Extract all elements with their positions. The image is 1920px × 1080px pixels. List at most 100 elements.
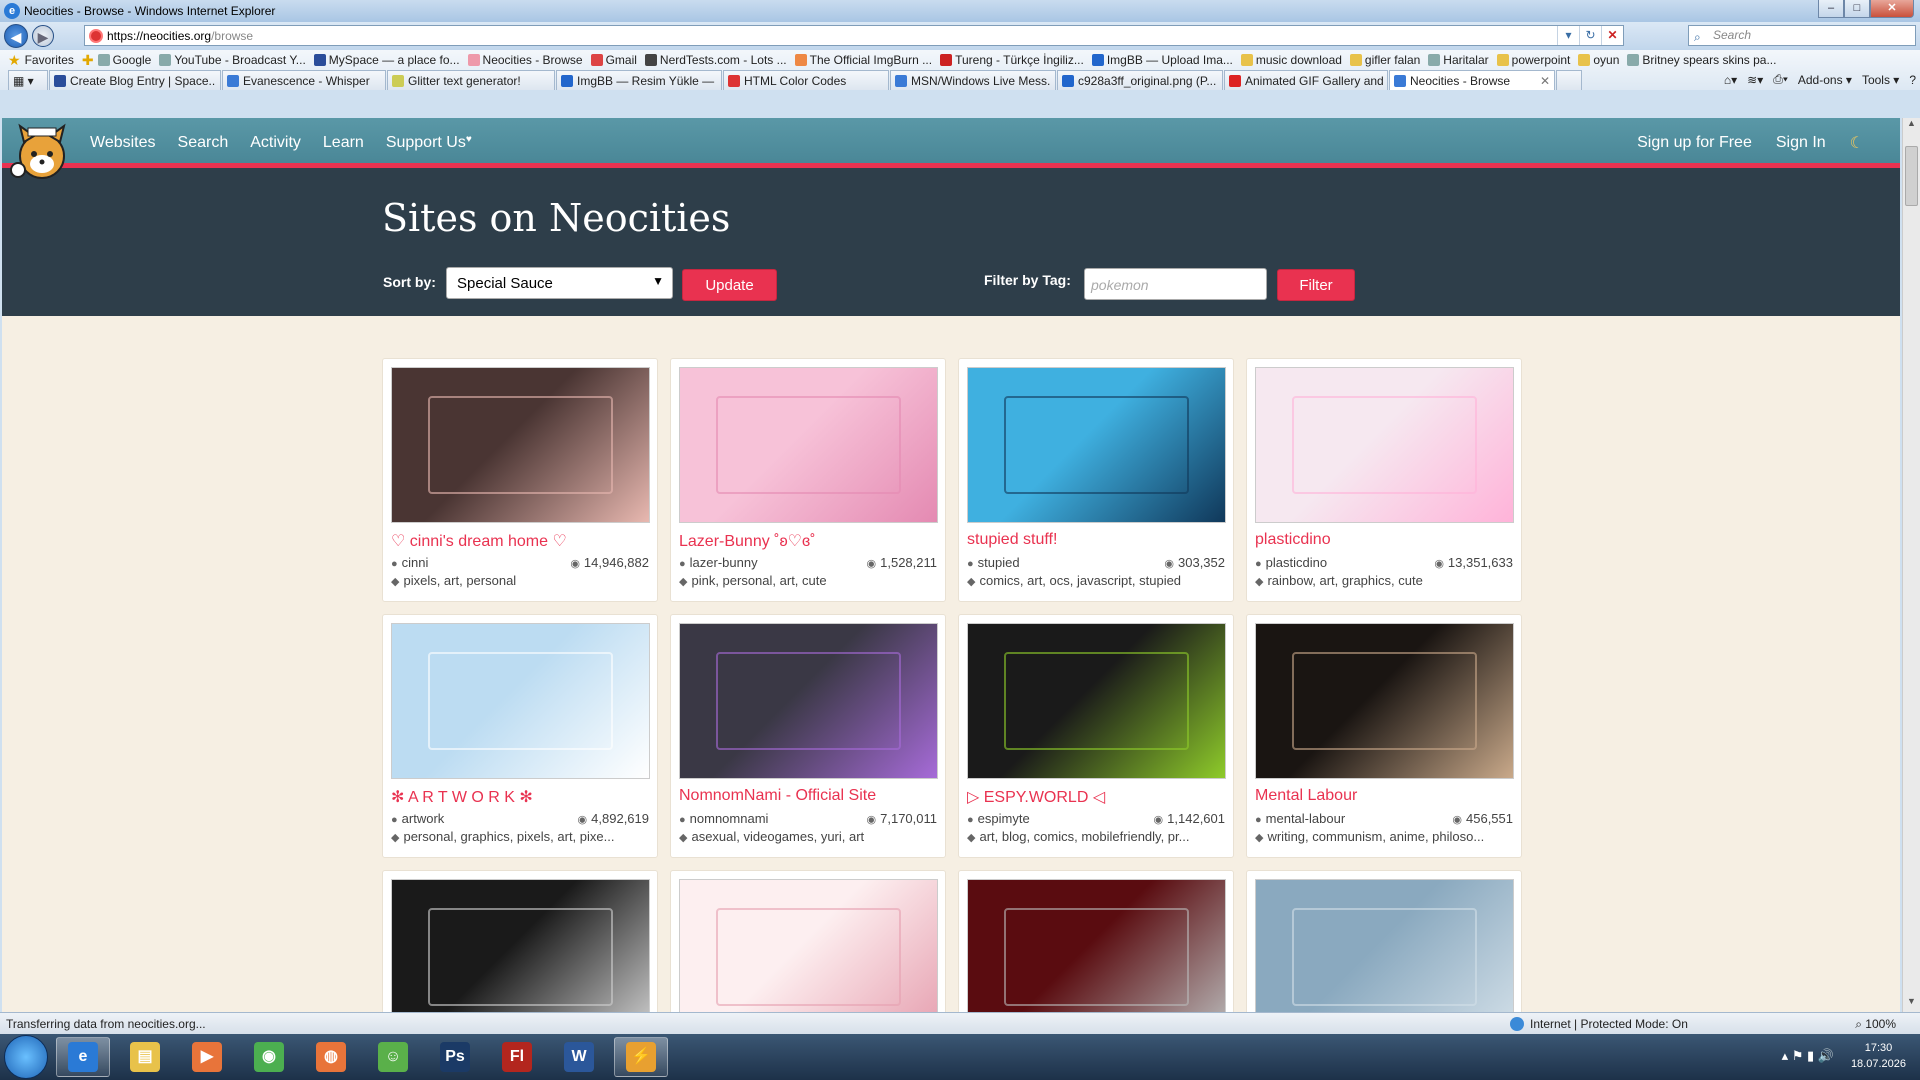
taskbar-media-player-icon[interactable]: ▶: [180, 1037, 234, 1077]
site-card[interactable]: NomnomNami - Official Site ● nomnomnami ◉ 7,…: [670, 614, 946, 858]
new-tab-button[interactable]: [1556, 70, 1582, 90]
site-card[interactable]: [382, 870, 658, 1012]
site-owner[interactable]: ● plasticdino: [1255, 555, 1327, 570]
site-screenshot[interactable]: [391, 367, 650, 523]
scroll-up-icon[interactable]: ▲: [1903, 118, 1920, 134]
scroll-down-icon[interactable]: ▼: [1903, 996, 1920, 1012]
favorites-button[interactable]: Favorites: [25, 53, 74, 67]
site-card[interactable]: ▷ ESPY.WORLD ◁ ● espimyte ◉ 1,142,601 ◆ art, b…: [958, 614, 1234, 858]
browser-tab[interactable]: Animated GIF Gallery and...: [1224, 70, 1388, 90]
filter-button[interactable]: Filter: [1277, 269, 1355, 301]
taskbar-chrome-icon[interactable]: ◉: [242, 1037, 296, 1077]
site-card[interactable]: [958, 870, 1234, 1012]
site-tags[interactable]: ◆ personal, graphics, pixels, art, pixe..…: [391, 829, 653, 844]
site-tags[interactable]: ◆ comics, art, ocs, javascript, stupied: [967, 573, 1229, 588]
zoom-level[interactable]: ⌕ 100%: [1855, 1013, 1896, 1035]
address-dropdown-icon[interactable]: ▾: [1557, 26, 1579, 45]
nav-search[interactable]: Search: [178, 134, 229, 152]
address-bar[interactable]: https://neocities.org/browse ▾ ↻ ✕: [84, 25, 1624, 46]
tag-filter-input[interactable]: pokemon: [1084, 268, 1267, 300]
site-title[interactable]: Lazer-Bunny ˚ʚ♡ɞ˚: [679, 531, 939, 551]
site-owner[interactable]: ● espimyte: [967, 811, 1030, 826]
favorite-link[interactable]: Haritalar: [1428, 53, 1489, 67]
site-screenshot[interactable]: [679, 879, 938, 1012]
taskbar-ie-icon[interactable]: e: [56, 1037, 110, 1077]
taskbar-messenger-icon[interactable]: ☺: [366, 1037, 420, 1077]
favorite-link[interactable]: gifler falan: [1349, 53, 1420, 67]
site-screenshot[interactable]: [967, 879, 1226, 1012]
favorite-link[interactable]: The Official ImgBurn ...: [794, 53, 932, 67]
site-card[interactable]: plasticdino ● plasticdino ◉ 13,351,633 ◆ rainb…: [1246, 358, 1522, 602]
site-screenshot[interactable]: [679, 623, 938, 779]
add-favorite-icon[interactable]: ✚: [82, 52, 94, 69]
favorite-link[interactable]: powerpoint: [1496, 53, 1570, 67]
security-zone[interactable]: Internet | Protected Mode: On: [1510, 1013, 1688, 1035]
site-owner[interactable]: ● mental-labour: [1255, 811, 1345, 826]
feeds-icon[interactable]: ≋▾: [1747, 73, 1763, 87]
neocities-cat-logo-icon[interactable]: [6, 122, 78, 182]
nav-websites[interactable]: Websites: [90, 134, 156, 152]
favorite-link[interactable]: Google: [97, 53, 151, 67]
site-owner[interactable]: ● artwork: [391, 811, 444, 826]
browser-tab[interactable]: Evanescence - Whisper: [222, 70, 386, 90]
start-button-icon[interactable]: [4, 1035, 48, 1079]
close-tab-icon[interactable]: ✕: [1536, 74, 1550, 88]
minimize-button[interactable]: –: [1818, 0, 1844, 18]
site-card[interactable]: Mental Labour ● mental-labour ◉ 456,551 ◆ writ…: [1246, 614, 1522, 858]
clock[interactable]: 17:30 18.07.2026: [1851, 1040, 1906, 1072]
print-icon[interactable]: ⎙▾: [1773, 72, 1788, 87]
site-tags[interactable]: ◆ rainbow, art, graphics, cute: [1255, 573, 1517, 588]
site-owner[interactable]: ● cinni: [391, 555, 428, 570]
tray-icons[interactable]: ▴ ⚑ ▮ 🔊: [1782, 1048, 1834, 1064]
site-tags[interactable]: ◆ art, blog, comics, mobilefriendly, pr..…: [967, 829, 1229, 844]
home-icon[interactable]: ⌂▾: [1724, 73, 1737, 87]
site-screenshot[interactable]: [1255, 879, 1514, 1012]
browser-tab[interactable]: Create Blog Entry | Space...: [49, 70, 221, 90]
addons-menu[interactable]: Add-ons ▾: [1798, 73, 1852, 87]
site-security-icon[interactable]: [89, 28, 103, 43]
site-title[interactable]: ▷ ESPY.WORLD ◁: [967, 787, 1227, 807]
site-tags[interactable]: ◆ pink, personal, art, cute: [679, 573, 941, 588]
dark-mode-toggle-icon[interactable]: ☾: [1850, 133, 1864, 153]
site-screenshot[interactable]: [967, 367, 1226, 523]
site-owner[interactable]: ● stupied: [967, 555, 1020, 570]
favorite-link[interactable]: YouTube - Broadcast Y...: [159, 53, 306, 67]
browser-tab[interactable]: MSN/Windows Live Mess...: [890, 70, 1056, 90]
scroll-thumb[interactable]: [1905, 146, 1918, 206]
maximize-button[interactable]: □: [1844, 0, 1870, 18]
favorite-link[interactable]: MySpace — a place fo...: [313, 53, 460, 67]
site-title[interactable]: ✻ A R T W O R K ✻: [391, 787, 651, 807]
back-button[interactable]: ◀: [4, 24, 28, 48]
site-title[interactable]: ♡ cinni's dream home ♡: [391, 531, 651, 551]
favorite-link[interactable]: music download: [1240, 53, 1342, 67]
site-screenshot[interactable]: [1255, 367, 1514, 523]
site-screenshot[interactable]: [391, 623, 650, 779]
site-tags[interactable]: ◆ pixels, art, personal: [391, 573, 653, 588]
taskbar-photoshop-icon[interactable]: Ps: [428, 1037, 482, 1077]
browser-tab[interactable]: ImgBB — Resim Yükle — ...: [556, 70, 722, 90]
site-tags[interactable]: ◆ asexual, videogames, yuri, art: [679, 829, 941, 844]
quick-tabs-button[interactable]: ▦ ▾: [8, 70, 48, 90]
site-title[interactable]: NomnomNami - Official Site: [679, 787, 939, 805]
site-owner[interactable]: ● nomnomnami: [679, 811, 768, 826]
forward-button[interactable]: ▶: [32, 25, 54, 47]
taskbar-app-icon[interactable]: ⚡: [614, 1037, 668, 1077]
help-icon[interactable]: ?: [1909, 73, 1916, 87]
favorite-link[interactable]: ImgBB — Upload Ima...: [1091, 53, 1233, 67]
site-card[interactable]: Lazer-Bunny ˚ʚ♡ɞ˚ ● lazer-bunny ◉ 1,528,211 ◆…: [670, 358, 946, 602]
site-card[interactable]: stupied stuff! ● stupied ◉ 303,352 ◆ comics, a…: [958, 358, 1234, 602]
update-button[interactable]: Update: [682, 269, 777, 301]
site-card[interactable]: [1246, 870, 1522, 1012]
favorites-star-icon[interactable]: ★: [8, 52, 21, 69]
browser-tab[interactable]: HTML Color Codes: [723, 70, 889, 90]
taskbar-word-icon[interactable]: W: [552, 1037, 606, 1077]
site-owner[interactable]: ● lazer-bunny: [679, 555, 758, 570]
ie-search-input[interactable]: ⌕ Search: [1688, 25, 1916, 46]
site-screenshot[interactable]: [1255, 623, 1514, 779]
nav-support-us[interactable]: Support Us♥: [386, 134, 472, 152]
site-title[interactable]: stupied stuff!: [967, 531, 1227, 549]
favorite-link[interactable]: Gmail: [590, 53, 637, 67]
favorite-link[interactable]: Britney spears skins pa...: [1627, 53, 1776, 67]
sign-in-link[interactable]: Sign In: [1776, 134, 1826, 152]
site-screenshot[interactable]: [391, 879, 650, 1012]
